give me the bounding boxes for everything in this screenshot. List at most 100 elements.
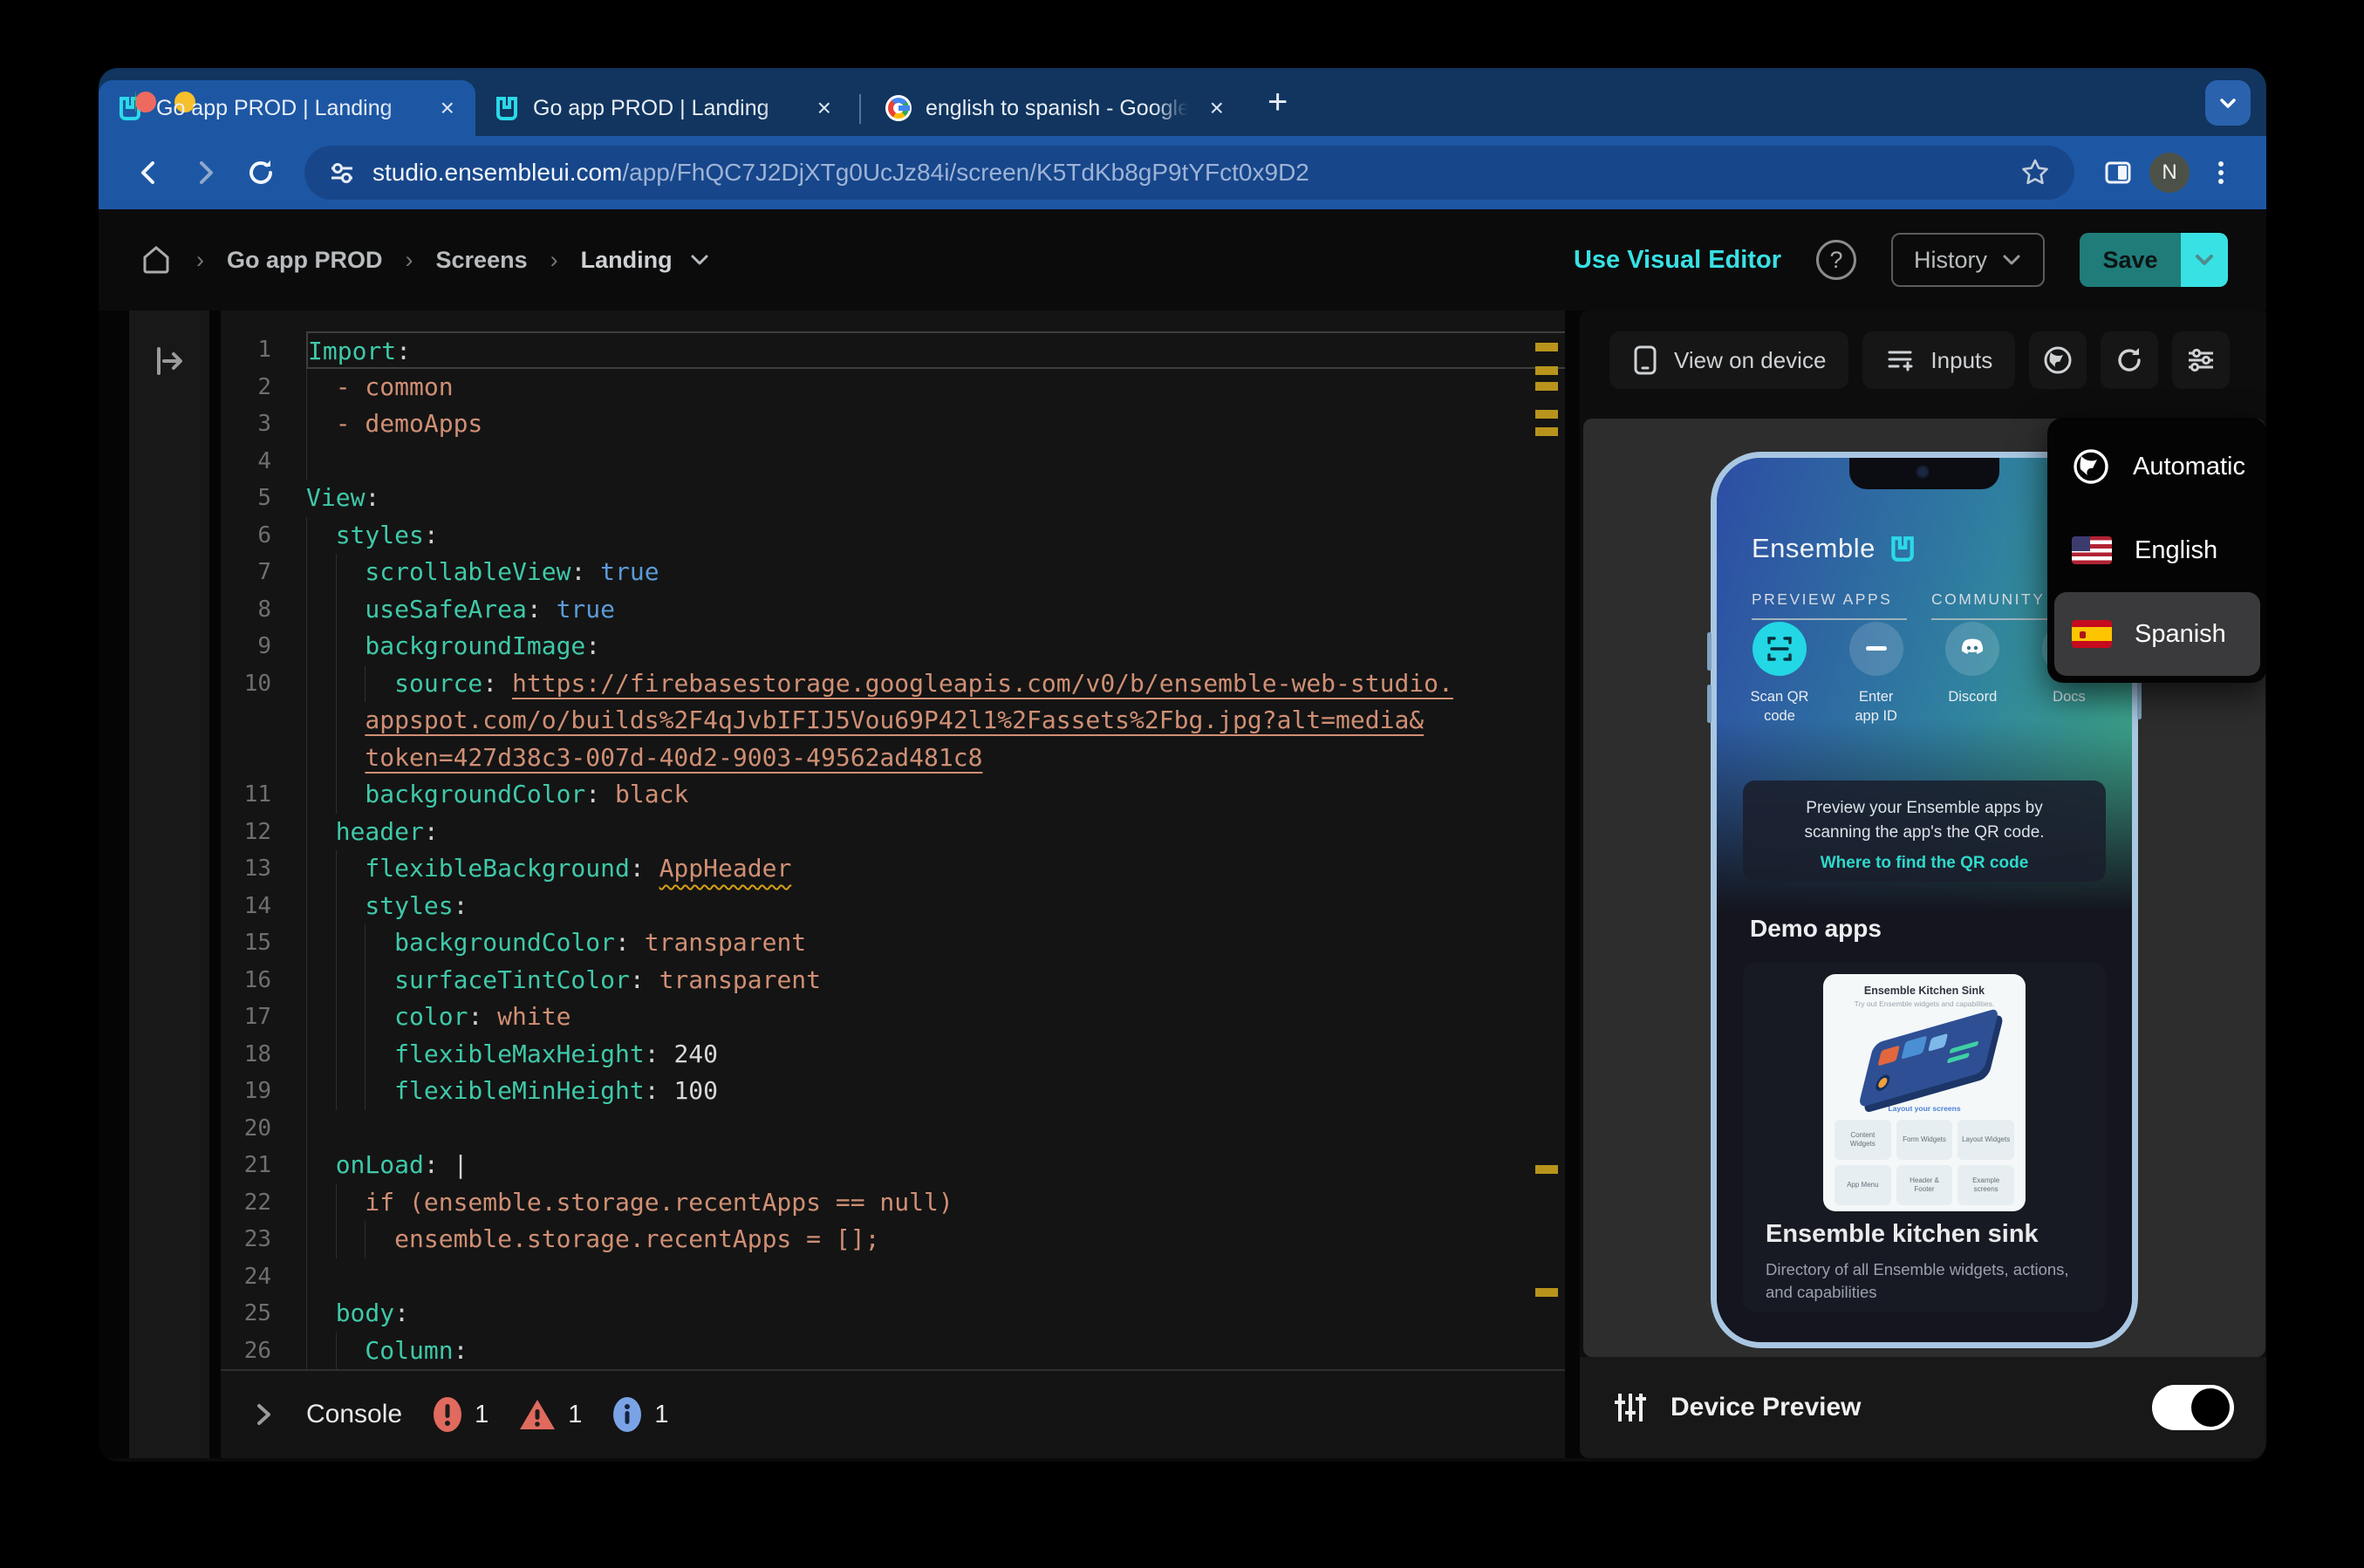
close-tab-icon[interactable]: × [435,94,460,122]
url-text[interactable]: studio.ensembleui.com/app/FhQC7J2DjXTg0U… [372,159,2003,187]
code-line[interactable]: 17 color: white [221,999,1565,1036]
kitchen-sink-description: Directory of all Ensemble widgets, actio… [1766,1260,2069,1301]
bookmark-star-icon[interactable] [2019,156,2052,189]
close-tab-icon[interactable]: × [1205,94,1229,122]
indent-guide [335,924,337,962]
code-line[interactable]: 6 styles: [221,516,1565,554]
breadcrumb-separator: › [196,246,204,273]
dropdown-item-english[interactable]: English [2054,508,2260,592]
dropdown-item-label: Automatic [2133,452,2245,481]
breadcrumb-project[interactable]: Go app PROD [227,247,383,274]
refresh-button[interactable] [2101,331,2159,389]
code-line[interactable]: 3- demoApps [221,406,1565,443]
site-settings-icon[interactable] [327,158,357,187]
code-line[interactable]: 15 backgroundColor: transparent [221,924,1565,962]
discord-icon[interactable] [1945,622,2000,676]
code-line[interactable]: 20 [221,1109,1565,1147]
indent-guide [306,628,307,665]
tab-google-search[interactable]: english to spanish - Google S × [868,80,1245,136]
code-line[interactable]: 24 [221,1258,1565,1295]
indent-guide [306,961,307,999]
code-line[interactable]: 18 flexibleMaxHeight: 240 [221,1035,1565,1073]
code-line[interactable]: 11 backgroundColor: black [221,776,1565,814]
inputs-button[interactable]: Inputs [1862,331,2016,389]
home-icon[interactable] [139,242,174,277]
breadcrumb-screen-name[interactable]: Landing [581,247,673,274]
code-line[interactable]: 7 scrollableView: true [221,554,1565,591]
indent-guide [306,442,307,480]
yaml-editor[interactable]: 1 Import: 2- common 3- demoApps 4 5 View: 6 styl… [221,310,1565,1369]
action-discord[interactable]: Discord [1932,622,2012,726]
es-flag-icon [2072,620,2112,648]
use-visual-editor-link[interactable]: Use Visual Editor [1574,246,1781,275]
thumb-tiles: Content Widgets Form Widgets Layout Widget… [1834,1120,2014,1205]
forward-button[interactable] [181,148,229,197]
code-line[interactable]: 14 styles: [221,887,1565,924]
tab-search-button[interactable] [2205,80,2251,126]
browser-toolbar: studio.ensembleui.com/app/FhQC7J2DjXTg0U… [99,136,2266,209]
qr-info-link[interactable]: Where to find the QR code [1743,854,2106,873]
close-tab-icon[interactable]: × [812,94,837,122]
code-line[interactable]: 16 surfaceTintColor: transparent [221,961,1565,999]
dropdown-item-automatic[interactable]: Automatic [2054,425,2260,508]
save-button[interactable]: Save [2080,233,2181,287]
address-bar[interactable]: studio.ensembleui.com/app/FhQC7J2DjXTg0U… [304,146,2074,200]
side-panel-icon[interactable] [2094,148,2142,197]
qr-scan-icon[interactable] [1753,622,1807,676]
volume-button [1707,632,1712,671]
code-line[interactable]: 8 useSafeArea: true [221,590,1565,628]
console-bar[interactable]: Console 1 1 1 [221,1369,1565,1458]
code-line[interactable]: 4 [221,442,1565,480]
code-line[interactable]: 10 source: https://firebasestorage.google… [221,665,1565,702]
device-preview-toggle[interactable] [2152,1385,2234,1430]
indent-guide [306,516,307,554]
code-line[interactable]: 21 onLoad: | [221,1147,1565,1184]
code-line[interactable]: 22 if (ensemble.storage.recentApps == nul… [221,1183,1565,1221]
help-button[interactable]: ? [1815,240,1856,280]
tab-go-app-prod-2[interactable]: Go app PROD | Landing × [475,80,852,136]
phone-icon [1634,345,1657,375]
reload-button[interactable] [236,148,285,197]
code-line[interactable]: 25 body: [221,1295,1565,1333]
line-number: 2 [257,373,271,400]
code-line[interactable]: 9 backgroundImage: [221,628,1565,665]
ensemble-logo-icon [1891,536,1914,562]
action-scan-qr-code[interactable]: Scan QR code [1739,622,1820,726]
save-options-button[interactable] [2181,233,2228,287]
code-line[interactable]: appspot.com/o/builds%2F4qJvbIFIJ5Vou69P4… [221,702,1565,740]
code-line[interactable]: 13 flexibleBackground: AppHeader [221,850,1565,888]
preview-settings-button[interactable] [2172,331,2231,389]
new-tab-button[interactable]: + [1267,83,1288,122]
code-line[interactable]: token=427d38c3-007d-40d2-9003-49562ad481… [221,739,1565,776]
code-line[interactable]: 26 Column: [221,1332,1565,1369]
indent-guide [335,1035,337,1073]
maximize-window-button[interactable] [135,92,136,112]
dash-icon[interactable] [1848,622,1903,676]
code-line[interactable]: 19 flexibleMinHeight: 100 [221,1073,1565,1110]
phone-notch [1849,458,1999,489]
line-number: 22 [243,1189,271,1216]
indent-guide [335,887,337,924]
dropdown-item-spanish[interactable]: Spanish [2054,592,2260,676]
expand-panel-icon[interactable] [152,344,187,378]
back-button[interactable] [125,148,174,197]
line-number: 23 [243,1226,271,1252]
history-button[interactable]: History [1890,233,2045,287]
code-line[interactable]: 1 Import: [221,331,1565,369]
close-window-button[interactable] [135,92,156,112]
chevron-down-icon[interactable] [688,249,711,271]
browser-menu-icon[interactable] [2197,148,2245,197]
code-line[interactable]: 5 View: [221,480,1565,517]
breadcrumb-screens[interactable]: Screens [436,247,528,274]
language-button[interactable] [2029,331,2087,389]
action-enter-app-id[interactable]: Enter app ID [1836,622,1916,726]
view-on-device-button[interactable]: View on device [1609,331,1849,389]
indent-guide [306,813,307,850]
code-line[interactable]: 12 header: [221,813,1565,850]
kitchen-sink-card[interactable]: Ensemble Kitchen Sink Try out Ensemble w… [1743,962,2106,1312]
profile-avatar[interactable]: N [2149,153,2190,193]
chevron-right-icon[interactable] [250,1401,277,1428]
code-line[interactable]: 2- common [221,368,1565,406]
dropdown-item-label: Spanish [2135,619,2226,648]
code-line[interactable]: 23 ensemble.storage.recentApps = []; [221,1221,1565,1258]
